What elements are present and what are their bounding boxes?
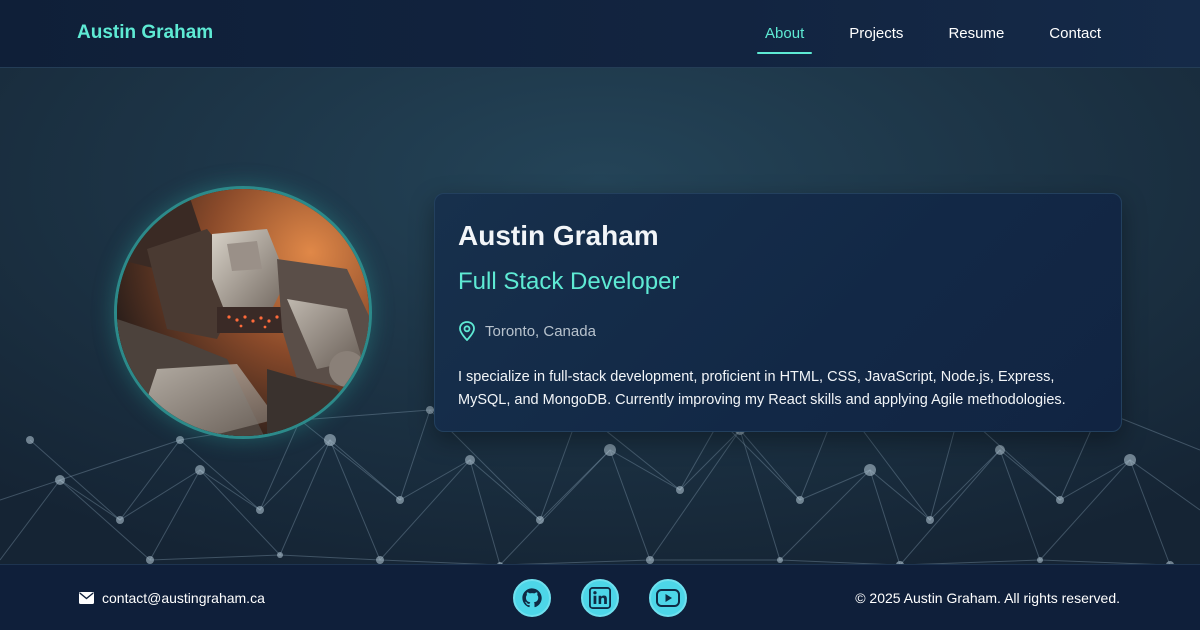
nav-contact[interactable]: Contact [1049, 24, 1101, 54]
profile-card: Austin Graham Full Stack Developer Toron… [434, 193, 1122, 432]
youtube-icon [656, 589, 680, 607]
footer-email-link[interactable]: contact@austingraham.ca [79, 590, 265, 606]
linkedin-icon [589, 587, 611, 609]
map-pin-icon [459, 321, 475, 341]
nav-about[interactable]: About [757, 24, 813, 54]
robot-portrait-image [117, 189, 369, 436]
youtube-link[interactable] [649, 579, 687, 617]
envelope-icon [79, 592, 94, 604]
profile-title: Full Stack Developer [458, 268, 680, 295]
linkedin-link[interactable] [581, 579, 619, 617]
profile-avatar [114, 186, 372, 439]
profile-name: Austin Graham [458, 220, 659, 251]
nav-resume[interactable]: Resume [948, 24, 1004, 54]
profile-bio: I specialize in full-stack development, … [458, 369, 1066, 408]
copyright-text: © 2025 Austin Graham. All rights reserve… [855, 590, 1120, 606]
social-links [513, 579, 717, 617]
profile-location: Toronto, Canada [458, 321, 596, 341]
site-header: Austin Graham About Projects Resume Cont… [0, 0, 1200, 68]
footer-email-text: contact@austingraham.ca [102, 590, 265, 606]
location-text: Toronto, Canada [485, 322, 596, 340]
github-icon [522, 588, 542, 608]
nav-projects[interactable]: Projects [849, 24, 903, 54]
site-footer: contact@austingraham.ca © 2025 Austin Gr… [0, 564, 1200, 630]
main-nav: About Projects Resume Contact [720, 24, 1101, 54]
github-link[interactable] [513, 579, 551, 617]
brand-logo-link[interactable]: Austin Graham [77, 22, 213, 44]
